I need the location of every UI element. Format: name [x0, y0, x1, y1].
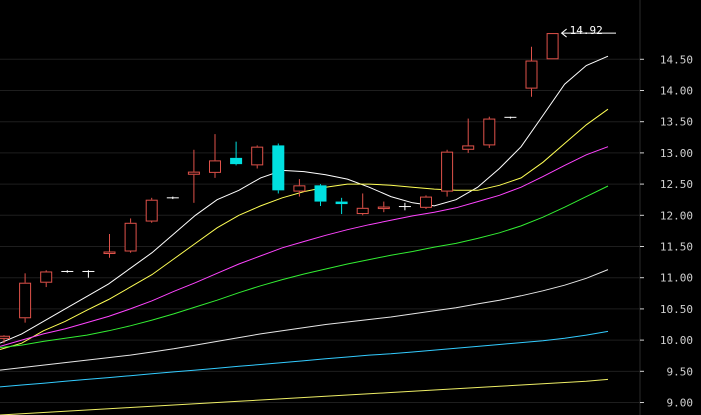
candlestick-chart: 9.00 9.50 10.00 10.50 11.00 11.50 12.00 12.50 13… [0, 0, 701, 415]
axis-tick-label: 12.00 [660, 209, 693, 222]
candle [145, 197, 158, 223]
candle-body [441, 151, 454, 192]
candle [483, 116, 496, 148]
candle-body [0, 335, 10, 339]
candle [420, 195, 432, 210]
candle [546, 33, 559, 60]
candle-body [356, 207, 369, 215]
candle-body [377, 206, 390, 210]
chart-background [0, 0, 701, 415]
candle-body [251, 146, 264, 166]
candle [251, 145, 264, 169]
axis-tick-label: 12.50 [660, 178, 693, 191]
candle-body [230, 157, 243, 165]
candle-body [483, 118, 496, 146]
candle-body [124, 222, 137, 252]
candle-body [420, 196, 432, 208]
candle [441, 149, 454, 197]
chart-stage: 9.00 9.50 10.00 10.50 11.00 11.50 12.00 12.50 13… [0, 0, 701, 415]
axis-tick-label: 14.50 [660, 53, 693, 66]
axis-tick-label: 9.00 [667, 397, 694, 410]
candle [124, 218, 137, 253]
candle-body [209, 160, 221, 173]
candle-body [103, 251, 116, 254]
candle-body [314, 185, 327, 202]
candle [272, 143, 285, 194]
candle-body [546, 33, 559, 60]
candle-body [145, 199, 158, 222]
axis-tick-label: 13.00 [660, 147, 693, 160]
axis-tick-label: 10.50 [660, 303, 693, 316]
axis-tick-label: 14.00 [660, 84, 693, 97]
candle-body [525, 60, 538, 89]
candle-body [335, 201, 348, 205]
candle-body [187, 171, 200, 175]
candle-body [19, 282, 32, 319]
axis-tick-label: 11.50 [660, 241, 693, 254]
axis-tick-label: 9.50 [667, 365, 694, 378]
candle-body [272, 145, 285, 191]
high-callout-label: 14.92 [570, 24, 603, 37]
axis-tick-label: 11.00 [660, 272, 693, 285]
candle-body [293, 185, 306, 192]
axis-tick-label: 10.00 [660, 334, 693, 347]
candle-body [462, 145, 475, 150]
axis-tick-label: 13.50 [660, 116, 693, 129]
candle-body [40, 271, 53, 283]
